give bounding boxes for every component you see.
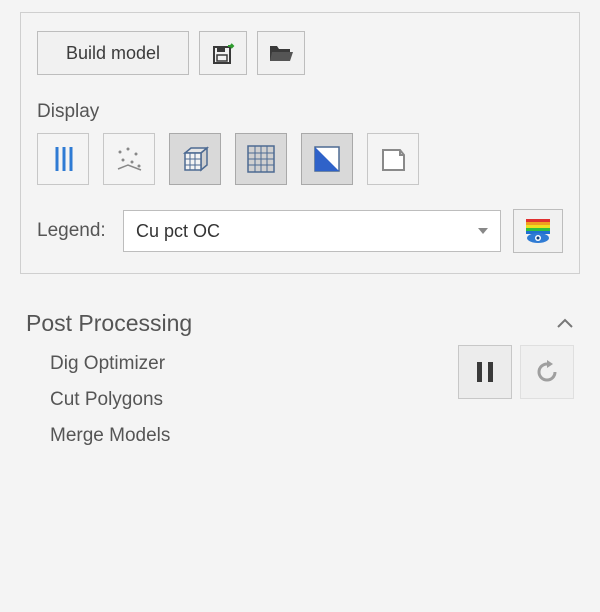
post-processing-body: Dig Optimizer Cut Polygons Merge Models xyxy=(50,345,574,447)
post-processing-header[interactable]: Post Processing xyxy=(26,310,574,337)
folder-open-icon xyxy=(268,42,294,64)
outline-icon xyxy=(378,144,408,174)
surface-button[interactable] xyxy=(301,133,353,185)
post-item-cut-polygons[interactable]: Cut Polygons xyxy=(50,389,170,411)
legend-dropdown[interactable]: Cu pct OC xyxy=(123,210,501,252)
legend-row: Legend: Cu pct OC xyxy=(37,209,563,253)
vertical-lines-icon xyxy=(50,144,76,174)
drillholes-button[interactable] xyxy=(37,133,89,185)
pause-button[interactable] xyxy=(458,345,512,399)
display-section-label: Display xyxy=(37,101,563,123)
open-button[interactable] xyxy=(257,31,305,75)
outline-button[interactable] xyxy=(367,133,419,185)
chevron-down-icon xyxy=(478,228,488,234)
model-toolbar: Build model xyxy=(37,31,563,75)
legend-color-button[interactable] xyxy=(513,209,563,253)
scatter-icon xyxy=(114,144,144,174)
grid-button[interactable] xyxy=(235,133,287,185)
save-button[interactable] xyxy=(199,31,247,75)
display-toolbar xyxy=(37,133,563,185)
grid-icon xyxy=(246,144,276,174)
save-icon xyxy=(211,41,235,65)
pause-icon xyxy=(475,360,495,384)
post-item-merge-models[interactable]: Merge Models xyxy=(50,425,170,447)
post-processing-title: Post Processing xyxy=(26,310,192,337)
chevron-up-icon xyxy=(556,318,574,330)
post-item-dig-optimizer[interactable]: Dig Optimizer xyxy=(50,353,170,375)
legend-value: Cu pct OC xyxy=(136,221,220,242)
build-model-button[interactable]: Build model xyxy=(37,31,189,75)
post-processing-buttons xyxy=(458,345,574,399)
block-model-icon xyxy=(179,143,211,175)
post-processing-list: Dig Optimizer Cut Polygons Merge Models xyxy=(50,345,170,447)
surface-icon xyxy=(312,144,342,174)
rainbow-eye-icon xyxy=(523,217,553,245)
refresh-button xyxy=(520,345,574,399)
model-panel: Build model Display xyxy=(20,12,580,274)
legend-label: Legend: xyxy=(37,220,111,242)
points-button[interactable] xyxy=(103,133,155,185)
build-model-label: Build model xyxy=(66,43,160,64)
block-model-button[interactable] xyxy=(169,133,221,185)
refresh-icon xyxy=(534,359,560,385)
